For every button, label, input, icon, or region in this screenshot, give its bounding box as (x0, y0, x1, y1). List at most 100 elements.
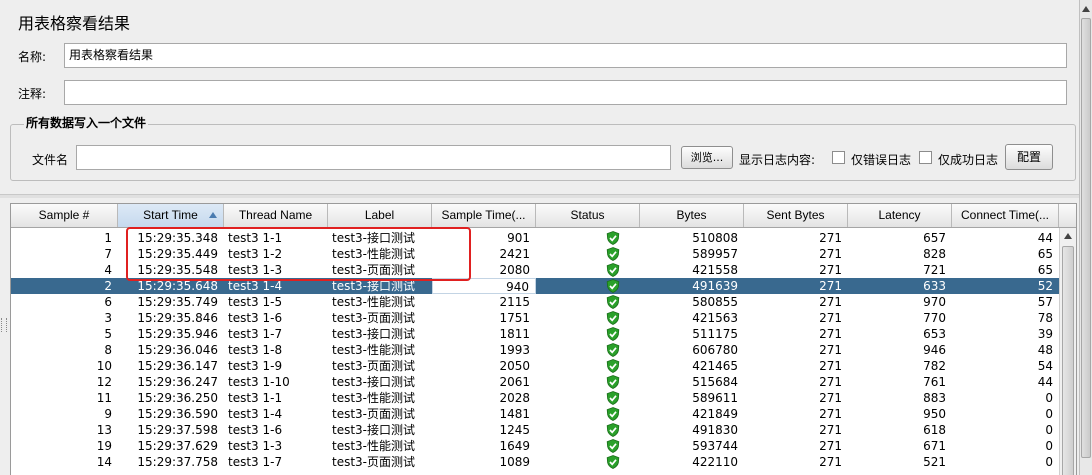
column-header-connect-time[interactable]: Connect Time(... (952, 204, 1059, 227)
left-resize-grip[interactable] (1, 318, 7, 332)
cell-sample: 11 (96, 391, 112, 405)
table-row[interactable]: 14 15:29:37.758 test3 1-7 test3-页面测试 1089 422… (11, 454, 1059, 470)
cell-sample: 4 (104, 263, 112, 277)
name-field[interactable]: 用表格察看结果 (64, 43, 1067, 68)
cell-connect-time: 57 (1037, 295, 1053, 309)
panel-scrollbar-thumb[interactable] (1081, 18, 1091, 458)
column-header-latency[interactable]: Latency (848, 204, 952, 227)
cell-latency: 633 (923, 279, 946, 293)
cell-connect-time: 44 (1037, 375, 1053, 389)
status-success-shield-icon (606, 391, 620, 405)
cell-start-time: 15:29:37.758 (137, 455, 218, 469)
cell-label: test3-性能测试 (332, 439, 416, 453)
status-success-shield-icon (606, 327, 620, 341)
cell-sample-time: 1649 (499, 439, 530, 453)
cell-sent-bytes: 271 (819, 359, 842, 373)
cell-connect-time: 54 (1037, 359, 1053, 373)
cell-start-time: 15:29:37.629 (137, 439, 218, 453)
status-success-shield-icon (606, 423, 620, 437)
cell-sent-bytes: 271 (819, 455, 842, 469)
scroll-up-arrow-icon[interactable] (1064, 233, 1072, 239)
cell-thread-name: test3 1-5 (228, 295, 283, 309)
cell-start-time: 15:29:36.147 (137, 359, 218, 373)
cell-sent-bytes: 271 (819, 231, 842, 245)
cell-sample: 10 (96, 359, 112, 373)
cell-sent-bytes: 271 (819, 343, 842, 357)
column-header-sent-bytes[interactable]: Sent Bytes (744, 204, 848, 227)
cell-thread-name: test3 1-6 (228, 311, 283, 325)
cell-connect-time: 52 (1037, 279, 1053, 293)
configure-button[interactable]: 配置 (1005, 144, 1053, 170)
table-row[interactable]: 10 15:29:36.147 test3 1-9 test3-页面测试 2050 421… (11, 358, 1059, 374)
cell-sent-bytes: 271 (819, 247, 842, 261)
column-header-status[interactable]: Status (536, 204, 640, 227)
table-row[interactable]: 3 15:29:35.846 test3 1-6 test3-页面测试 1751 4215… (11, 310, 1059, 326)
panel-scroll-up-arrow-icon[interactable] (1082, 6, 1090, 12)
table-row[interactable]: 11 15:29:36.250 test3 1-1 test3-性能测试 2028 589… (11, 390, 1059, 406)
cell-label: test3-接口测试 (332, 375, 416, 389)
cell-bytes: 421849 (692, 407, 738, 421)
cell-status (536, 342, 640, 358)
browse-button[interactable]: 浏览... (681, 146, 733, 169)
log-content-label: 显示日志内容: (739, 153, 816, 167)
cell-label: test3-页面测试 (332, 359, 416, 373)
cell-bytes: 515684 (692, 375, 738, 389)
cell-connect-time: 48 (1037, 343, 1053, 357)
success-only-checkbox[interactable] (919, 151, 932, 164)
cell-label: test3-页面测试 (332, 455, 416, 469)
comment-field[interactable] (64, 80, 1067, 105)
cell-sent-bytes: 271 (819, 391, 842, 405)
cell-status (536, 294, 640, 310)
column-header-sample[interactable]: Sample # (11, 204, 118, 227)
cell-status (536, 230, 640, 246)
cell-sample-time: 1481 (499, 407, 530, 421)
cell-connect-time: 0 (1045, 423, 1053, 437)
cell-start-time: 15:29:36.046 (137, 343, 218, 357)
errors-only-checkbox[interactable] (832, 151, 845, 164)
column-header-start-time[interactable]: Start Time (118, 204, 224, 227)
cell-latency: 782 (923, 359, 946, 373)
status-success-shield-icon (606, 231, 620, 245)
cell-thread-name: test3 1-1 (228, 391, 283, 405)
column-header-bytes[interactable]: Bytes (640, 204, 744, 227)
cell-label: test3-页面测试 (332, 407, 416, 421)
cell-sample: 7 (104, 247, 112, 261)
cell-bytes: 421465 (692, 359, 738, 373)
cell-latency: 883 (923, 391, 946, 405)
panel-vertical-scrollbar[interactable] (1079, 0, 1092, 475)
cell-sample: 13 (96, 423, 112, 437)
table-row[interactable]: 9 15:29:36.590 test3 1-4 test3-页面测试 1481 4218… (11, 406, 1059, 422)
cell-label: test3-页面测试 (332, 311, 416, 325)
cell-label: test3-接口测试 (332, 423, 416, 437)
table-row[interactable]: 6 15:29:35.749 test3 1-5 test3-性能测试 2115 5808… (11, 294, 1059, 310)
cell-status (536, 390, 640, 406)
cell-label: test3-性能测试 (332, 343, 416, 357)
cell-connect-time: 65 (1037, 263, 1053, 277)
cell-bytes: 421558 (692, 263, 738, 277)
column-header-thread-name[interactable]: Thread Name (224, 204, 328, 227)
cell-latency: 653 (923, 327, 946, 341)
cell-sent-bytes: 271 (819, 439, 842, 453)
status-success-shield-icon (606, 455, 620, 469)
cell-connect-time: 78 (1037, 311, 1053, 325)
table-scrollbar-thumb[interactable] (1062, 246, 1074, 475)
split-pane-divider[interactable] (0, 194, 1092, 198)
column-header-sample-time[interactable]: Sample Time(... (432, 204, 536, 227)
cell-status (536, 246, 640, 262)
cell-sent-bytes: 271 (819, 375, 842, 389)
table-row[interactable]: 12 15:29:36.247 test3 1-10 test3-接口测试 2061 51… (11, 374, 1059, 390)
table-row[interactable]: 19 15:29:37.629 test3 1-3 test3-性能测试 1649 593… (11, 438, 1059, 454)
table-row[interactable]: 13 15:29:37.598 test3 1-6 test3-接口测试 1245 491… (11, 422, 1059, 438)
cell-start-time: 15:29:35.946 (137, 327, 218, 341)
table-row[interactable]: 5 15:29:35.946 test3 1-7 test3-接口测试 1811 5111… (11, 326, 1059, 342)
column-header-label[interactable]: Label (328, 204, 432, 227)
column-header-start-time-label: Start Time (143, 208, 198, 222)
panel-title: 用表格察看结果 (18, 14, 131, 33)
cell-sent-bytes: 271 (819, 423, 842, 437)
table-vertical-scrollbar[interactable] (1059, 228, 1076, 475)
cell-thread-name: test3 1-4 (228, 407, 283, 421)
filename-field[interactable] (76, 145, 671, 170)
cell-start-time: 15:29:35.749 (137, 295, 218, 309)
cell-bytes: 589957 (692, 247, 738, 261)
table-row[interactable]: 8 15:29:36.046 test3 1-8 test3-性能测试 1993 6067… (11, 342, 1059, 358)
